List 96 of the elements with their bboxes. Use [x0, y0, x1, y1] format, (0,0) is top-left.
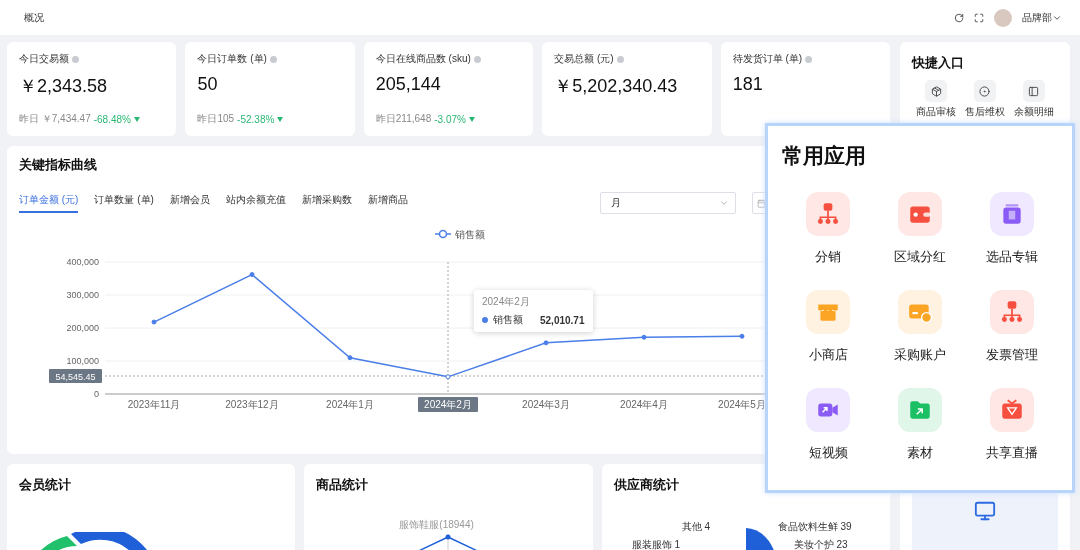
series-dot-icon: [482, 317, 488, 323]
data-point: [641, 334, 647, 340]
app-label[interactable]: 短视频: [808, 444, 848, 462]
y-tick-label: 100,000: [66, 356, 99, 366]
pie-slice-label: 美妆个护 23: [793, 538, 848, 550]
data-point: [543, 340, 549, 346]
chart-tab[interactable]: 新增会员: [169, 193, 210, 213]
app-tile[interactable]: [990, 388, 1034, 432]
app-tile[interactable]: [898, 290, 942, 334]
stat-value: ￥5,202,340.43: [554, 75, 679, 98]
data-point: [249, 272, 255, 278]
app-tile[interactable]: [990, 290, 1034, 334]
monitor-icon: [974, 500, 996, 522]
legend-line-icon: [434, 229, 452, 239]
info-icon: [269, 55, 277, 63]
shortcut-label[interactable]: 商品审核: [916, 105, 957, 119]
card-title: 商品统计: [316, 476, 370, 494]
period-select[interactable]: 月: [600, 192, 736, 214]
app-label[interactable]: 共享直播: [986, 444, 1038, 462]
data-point: [739, 333, 745, 339]
shortcut-label[interactable]: 余额明细: [1013, 105, 1054, 119]
app-tile[interactable]: [898, 388, 942, 432]
panel-icon[interactable]: [1022, 80, 1045, 102]
user-name[interactable]: 品牌部: [1022, 10, 1052, 25]
app-label[interactable]: 素材: [907, 444, 933, 462]
data-point: [347, 355, 353, 361]
info-icon: [473, 55, 481, 63]
info-icon: [72, 55, 79, 63]
card-title: 会员统计: [19, 476, 72, 494]
stat-label: 交易总额 (元): [554, 52, 614, 66]
y-tick-label: 400,000: [66, 257, 99, 267]
stat-label: 待发货订单 (单): [732, 52, 803, 66]
app-tile[interactable]: [806, 192, 850, 236]
chart-tab[interactable]: 订单数量 (单): [94, 193, 154, 213]
x-pointer-label: 2024年2月: [418, 397, 478, 412]
yesterday-value: 昨日211,648: [375, 112, 432, 126]
stat-value: 50: [197, 74, 219, 95]
fullscreen-icon[interactable]: [974, 12, 984, 23]
chart-tab[interactable]: 订单金额 (元): [19, 193, 79, 213]
tooltip-title: 2024年2月: [482, 295, 531, 309]
app-label[interactable]: 小商店: [808, 346, 848, 364]
stat-label: 今日订单数 (单): [197, 52, 267, 66]
y-tick-label: 300,000: [66, 290, 99, 300]
info-icon: [805, 55, 813, 63]
pie-slice-label: 其他 4: [681, 520, 710, 534]
stat-value: 205,144: [375, 74, 442, 95]
card-title: 供应商统计: [613, 476, 680, 494]
calendar-icon: [757, 198, 766, 208]
x-tick-label: 2024年1月: [326, 399, 374, 410]
page-title: 概况: [24, 10, 45, 25]
x-tick-label: 2024年4月: [620, 399, 668, 410]
legend-label: 销售额: [455, 229, 485, 240]
app-tile[interactable]: [990, 192, 1034, 236]
change-percent: -68.48%: [93, 113, 131, 125]
tooltip-value: 52,010.71: [540, 314, 585, 326]
yesterday-value: 昨日 ￥7,434.47: [19, 112, 91, 126]
chart-tab[interactable]: 新增采购数: [301, 193, 352, 213]
app-tile[interactable]: [806, 290, 850, 334]
radar-axis-label: 服饰鞋服(18944): [399, 518, 474, 532]
app-label[interactable]: 发票管理: [986, 346, 1038, 364]
x-tick-label: 2024年3月: [522, 399, 570, 410]
pie-slice-label: 服装服饰 1: [631, 538, 680, 550]
y-tick-label: 200,000: [66, 323, 99, 333]
stat-value: ￥2,343.58: [19, 75, 109, 98]
card-title: 快捷入口: [912, 54, 965, 72]
x-tick-label: 2024年5月: [718, 399, 766, 410]
x-tick-label: 2023年12月: [225, 399, 279, 410]
app-tile[interactable]: [898, 192, 942, 236]
change-percent: -3.07%: [434, 113, 466, 125]
chart-tab[interactable]: 站内余额充值: [225, 193, 286, 213]
app-tile[interactable]: [806, 388, 850, 432]
app-label[interactable]: 采购账户: [894, 346, 946, 364]
chart-tab[interactable]: 新增商品: [367, 193, 408, 213]
x-tick-label: 2024年2月: [424, 399, 472, 410]
popup-title: 常用应用: [782, 143, 867, 169]
tooltip-series: 销售额: [493, 313, 523, 327]
app-label[interactable]: 区域分红: [894, 248, 946, 266]
app-label[interactable]: 选品专辑: [986, 248, 1038, 266]
stat-label: 今日在线商品数 (sku): [375, 52, 471, 66]
y-pointer-label: 54,545.45: [49, 369, 102, 383]
pie-slice-label: 食品饮料生鲜 39: [777, 520, 852, 534]
change-percent: -52.38%: [237, 113, 275, 125]
data-point: [151, 319, 157, 325]
x-tick-label: 2023年11月: [127, 399, 181, 410]
info-icon: [616, 55, 624, 63]
chevron-down-icon: [719, 198, 729, 208]
stat-label: 今日交易额: [19, 52, 69, 66]
stat-value: 181: [732, 74, 764, 95]
data-point: [445, 374, 451, 380]
box-icon[interactable]: [925, 80, 948, 102]
shortcut-label[interactable]: 售后维权: [965, 105, 1005, 119]
refresh-icon[interactable]: [954, 12, 964, 23]
app-label[interactable]: 分销: [815, 248, 841, 266]
y-tick-label: 0: [94, 389, 99, 399]
yesterday-value: 昨日105: [197, 112, 235, 126]
ref-line-label: 54,545.45: [55, 371, 96, 382]
